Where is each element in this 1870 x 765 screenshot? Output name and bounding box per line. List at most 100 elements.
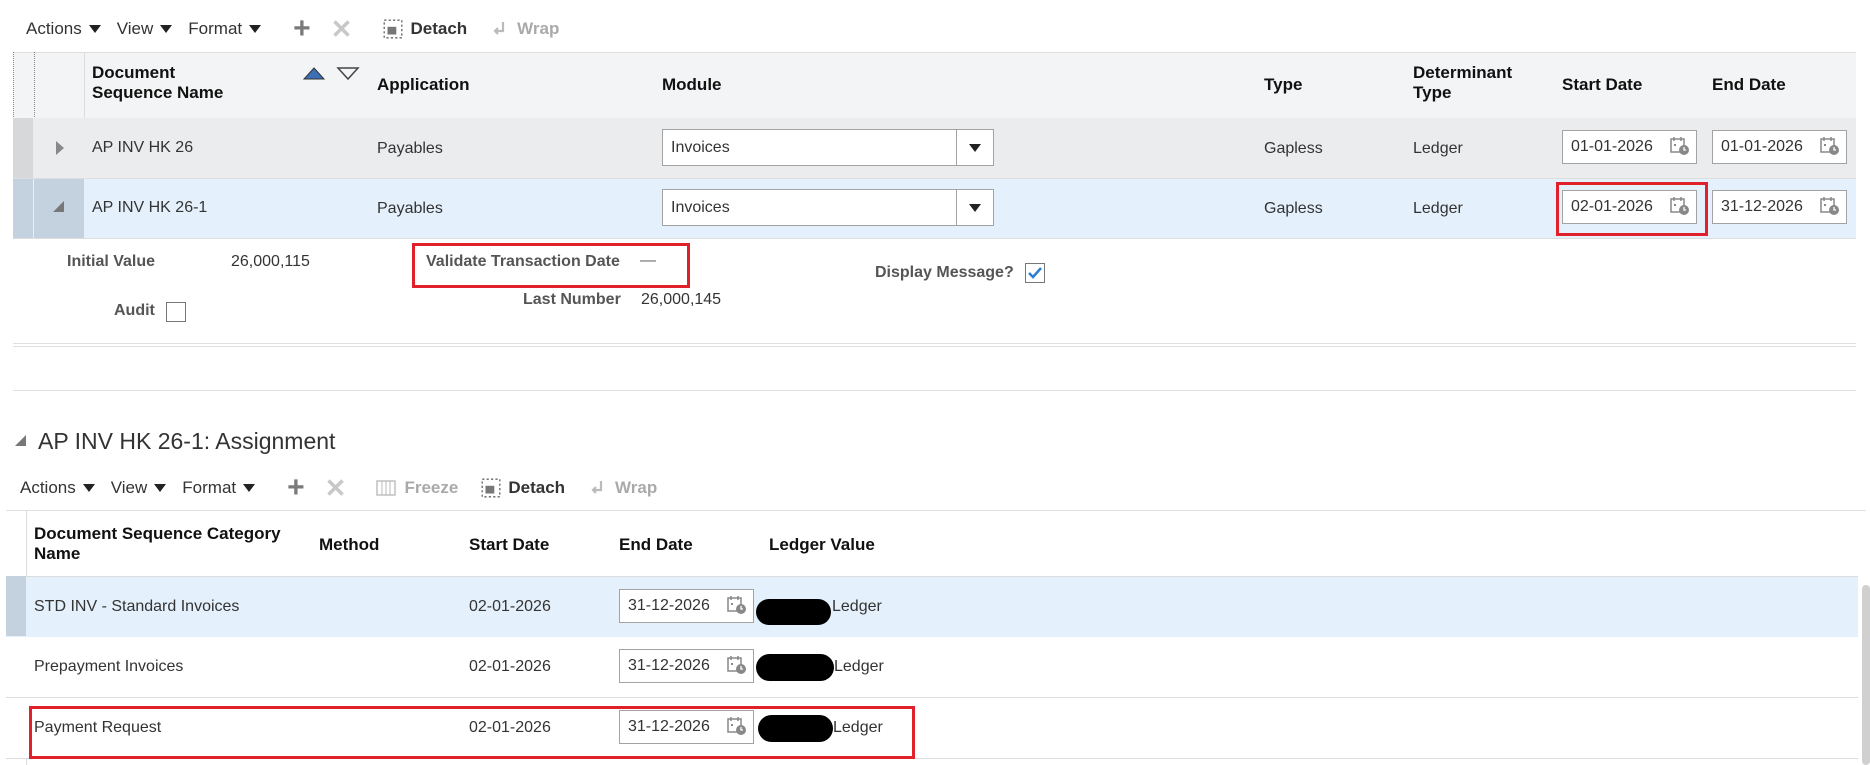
divider [6, 510, 1866, 511]
redacted-mark [756, 654, 834, 681]
end-date-value: 31-12-2026 [628, 657, 710, 674]
delete-icon[interactable]: ✕ [325, 475, 347, 501]
caret-down-icon [88, 25, 101, 33]
cell-determinant-type: Ledger [1413, 200, 1463, 217]
view-menu[interactable]: View [111, 478, 167, 498]
divider [13, 343, 1856, 347]
view-menu[interactable]: View [117, 19, 173, 39]
header-end-date[interactable]: End Date [619, 535, 693, 555]
add-icon[interactable]: + [287, 473, 305, 503]
header-type[interactable]: Type [1264, 75, 1302, 95]
calendar-icon[interactable] [1820, 196, 1840, 216]
header-category-name[interactable]: Document Sequence Category Name [34, 524, 294, 564]
format-menu[interactable]: Format [182, 478, 256, 498]
dropdown-button[interactable] [956, 190, 993, 225]
vertical-scrollbar[interactable] [1862, 585, 1870, 765]
detach-button[interactable]: Detach [480, 477, 565, 499]
actions-menu[interactable]: Actions [20, 478, 95, 498]
calendar-icon[interactable] [1670, 136, 1690, 156]
header-module[interactable]: Module [662, 75, 722, 95]
row-selector[interactable] [6, 576, 26, 636]
cell-application: Payables [377, 200, 443, 217]
delete-icon[interactable]: ✕ [331, 16, 353, 42]
module-select[interactable]: Invoices [662, 189, 994, 226]
module-select-value: Invoices [671, 198, 730, 216]
detach-label: Detach [508, 478, 566, 497]
table-row[interactable] [6, 637, 1858, 698]
end-date-input[interactable]: 31-12-2026 [619, 649, 754, 683]
display-message-label: Display Message? [875, 264, 1014, 281]
module-select[interactable]: Invoices [662, 129, 994, 166]
highlight-payment-request-row [29, 706, 915, 759]
header-ledger-value[interactable]: Ledger Value [769, 535, 875, 555]
last-number-label: Last Number [523, 291, 621, 308]
cell-ledger-value: Ledger [834, 658, 884, 675]
detach-button[interactable]: Detach [382, 18, 467, 40]
chevron-down-icon [969, 203, 981, 212]
wrap-button[interactable]: Wrap [589, 478, 657, 498]
view-label: View [110, 478, 148, 497]
wrap-label: Wrap [517, 19, 560, 38]
audit-checkbox[interactable] [166, 302, 186, 322]
end-date-value: 01-01-2026 [1721, 138, 1803, 155]
actions-label: Actions [26, 19, 82, 38]
view-label: View [116, 19, 154, 38]
caret-down-icon [154, 484, 167, 492]
header-document-sequence-name[interactable]: Document Sequence Name [92, 63, 252, 103]
row-selector[interactable] [13, 118, 33, 178]
dropdown-button[interactable] [956, 130, 993, 165]
caret-down-icon [160, 25, 173, 33]
wrap-label: Wrap [615, 478, 658, 497]
freeze-button[interactable]: Freeze [376, 478, 458, 498]
detach-icon [480, 477, 502, 499]
table-row-selected[interactable] [6, 576, 1858, 638]
wrap-button[interactable]: Wrap [491, 19, 559, 39]
actions-label: Actions [20, 478, 76, 497]
sort-descending-icon[interactable] [336, 66, 360, 82]
module-select-value: Invoices [671, 138, 730, 156]
actions-menu[interactable]: Actions [26, 19, 101, 39]
checkmark-icon [1028, 267, 1042, 279]
calendar-icon[interactable] [727, 655, 747, 675]
detach-label: Detach [410, 19, 468, 38]
wrap-icon [589, 478, 609, 498]
end-date-value: 31-12-2026 [628, 597, 710, 614]
end-date-value: 31-12-2026 [1721, 198, 1803, 215]
row-selector[interactable] [13, 179, 33, 238]
header-start-date[interactable]: Start Date [469, 535, 549, 555]
format-menu[interactable]: Format [188, 19, 262, 39]
highlight-start-date [1556, 182, 1708, 236]
cell-name: AP INV HK 26 [92, 139, 194, 156]
initial-value-label: Initial Value [67, 253, 156, 270]
section-title: AP INV HK 26-1: Assignment [38, 428, 336, 454]
header-determinant-type[interactable]: Determinant Type [1413, 63, 1523, 103]
chevron-down-icon [969, 143, 981, 152]
add-icon[interactable]: + [293, 14, 311, 44]
cell-start-date: 02-01-2026 [469, 658, 551, 675]
display-message-checkbox[interactable] [1025, 263, 1045, 283]
collapse-section-icon[interactable] [14, 434, 28, 448]
freeze-label: Freeze [404, 478, 459, 497]
expand-icon[interactable] [54, 140, 66, 156]
cell-category: STD INV - Standard Invoices [34, 598, 240, 615]
last-number-value: 26,000,145 [641, 291, 722, 308]
end-date-input[interactable]: 01-01-2026 [1712, 130, 1847, 164]
header-start-date[interactable]: Start Date [1562, 75, 1642, 95]
collapse-icon[interactable] [52, 200, 66, 214]
caret-down-icon [243, 484, 256, 492]
header-method[interactable]: Method [319, 535, 379, 555]
cell-category: Prepayment Invoices [34, 658, 184, 675]
cell-type: Gapless [1264, 140, 1323, 157]
cell-application: Payables [377, 140, 443, 157]
toolbar-assignment: Actions View Format + ✕ Freeze Detach Wr… [20, 473, 657, 503]
end-date-input[interactable]: 31-12-2026 [619, 589, 754, 623]
end-date-input[interactable]: 31-12-2026 [1712, 190, 1847, 224]
header-end-date[interactable]: End Date [1712, 75, 1786, 95]
sort-ascending-icon[interactable] [302, 66, 326, 82]
cell-type: Gapless [1264, 200, 1323, 217]
calendar-icon[interactable] [1820, 136, 1840, 156]
start-date-input[interactable]: 01-01-2026 [1562, 130, 1697, 164]
column-selector[interactable] [13, 52, 35, 117]
header-application[interactable]: Application [377, 75, 470, 95]
calendar-icon[interactable] [727, 595, 747, 615]
